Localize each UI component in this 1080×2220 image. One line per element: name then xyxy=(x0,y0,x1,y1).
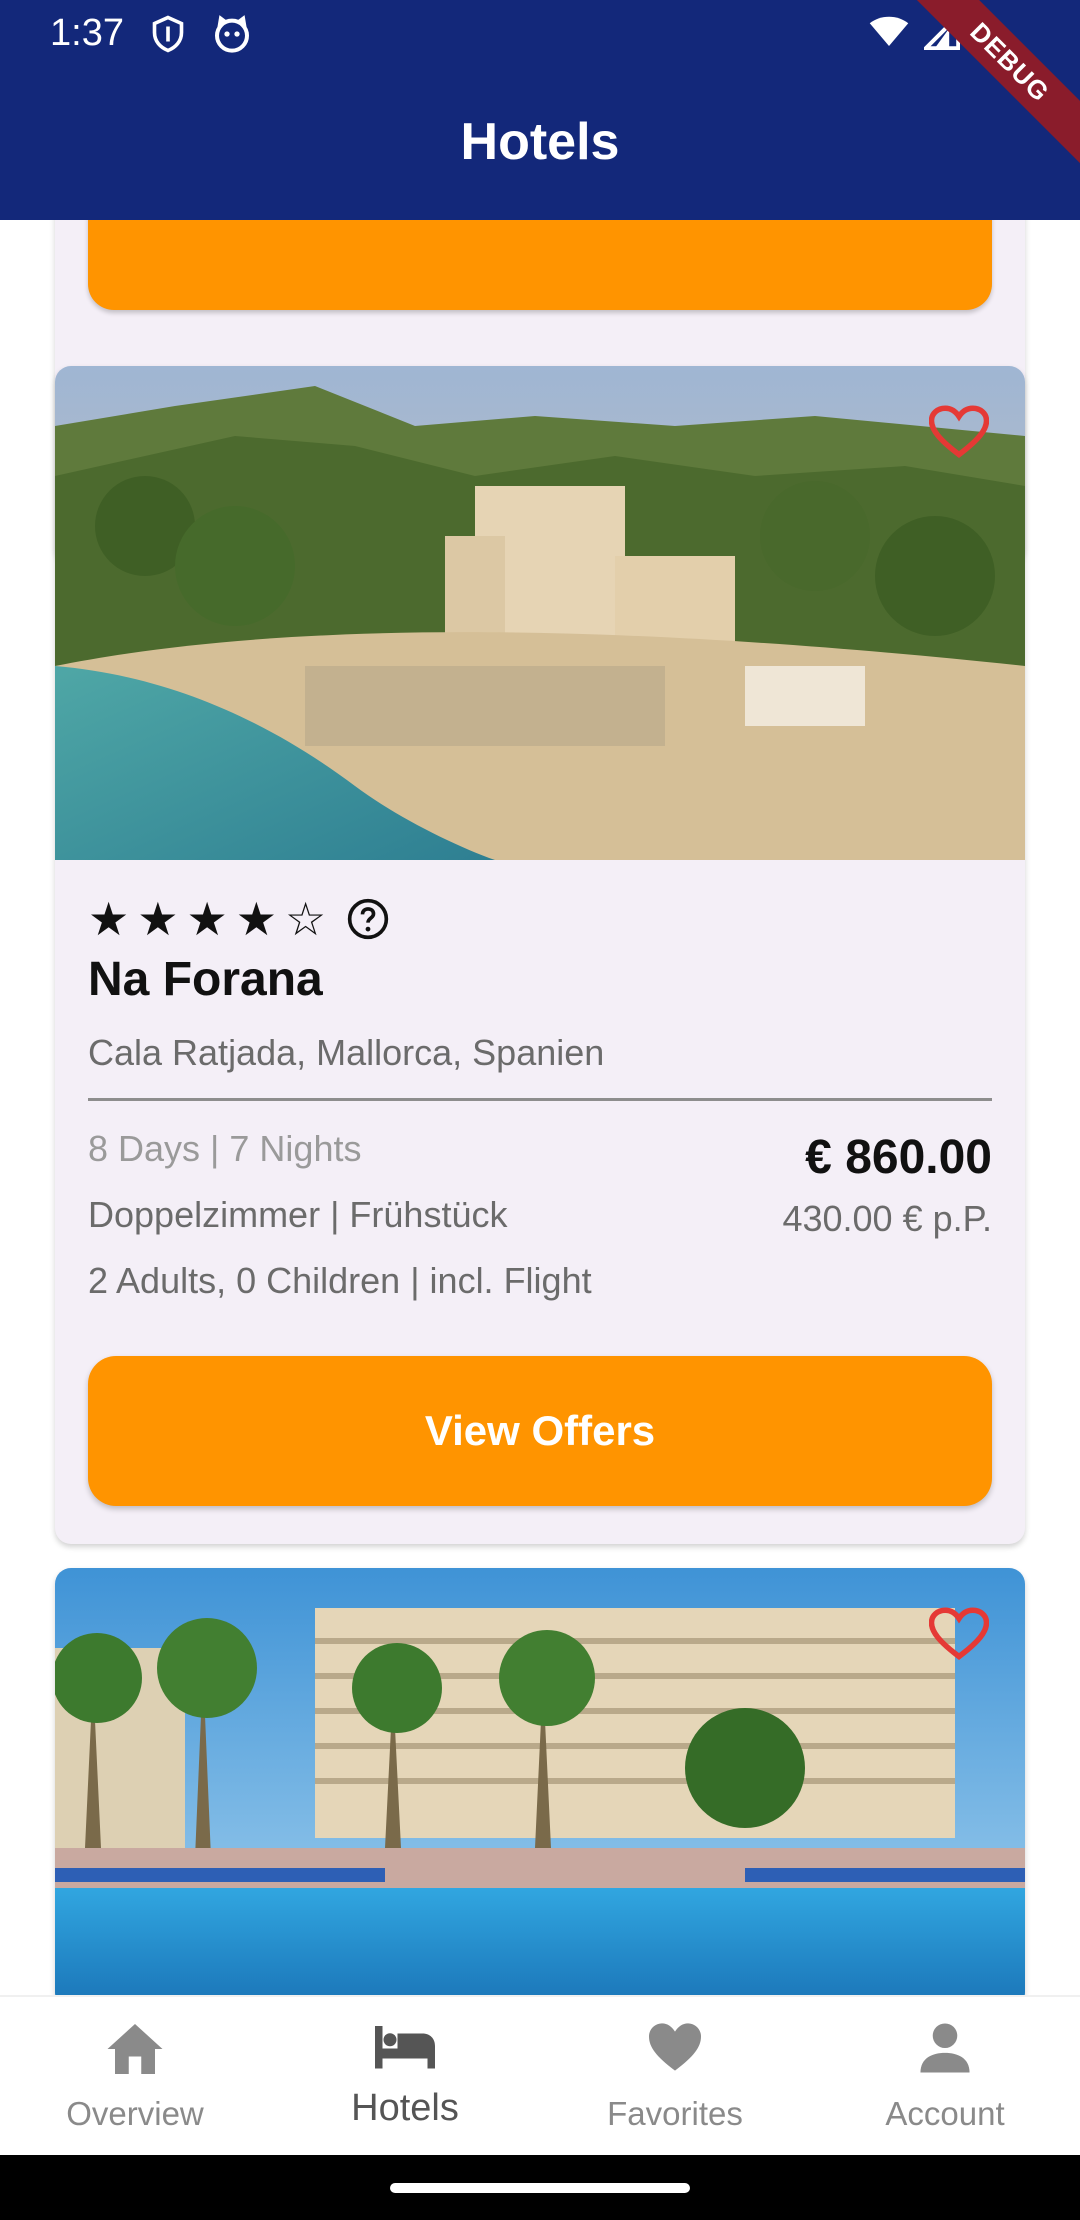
hotel-photo xyxy=(55,366,1025,860)
favorite-heart-icon[interactable] xyxy=(929,404,989,460)
cat-icon xyxy=(215,15,249,53)
heart-icon xyxy=(649,2023,701,2071)
star-rating: ★ ★ ★ ★ ☆ xyxy=(88,896,390,942)
home-icon xyxy=(107,2024,163,2074)
status-left-icons xyxy=(150,14,252,54)
trip-duration: 8 Days | 7 Nights xyxy=(88,1128,362,1169)
nav-label: Favorites xyxy=(607,2095,743,2132)
home-gesture-handle[interactable] xyxy=(390,2183,690,2193)
hotel-location: Cala Ratjada, Mallorca, Spanien xyxy=(88,1032,605,1073)
app-bar: 1:37 Hotels DEBUG xyxy=(0,0,1080,220)
person-icon xyxy=(920,2023,970,2073)
system-gesture-bar xyxy=(0,2155,1080,2220)
hotel-name: Na Forana xyxy=(88,953,323,1006)
bottom-navigation: Overview Hotels Favorites Account xyxy=(0,1995,1080,2155)
hotel-card[interactable]: ★ ★ ★ ★ ☆ Na Forana Cala Ratjada, Mallor… xyxy=(55,366,1025,1544)
nav-label: Overview xyxy=(66,2095,204,2132)
star-filled-icon: ★ xyxy=(235,893,277,945)
nav-item-overview[interactable]: Overview xyxy=(0,1997,270,2155)
price-total: € 860.00 xyxy=(805,1131,992,1184)
shield-icon xyxy=(152,15,184,53)
price-per-person: 430.00 € p.P. xyxy=(782,1198,992,1239)
nav-item-favorites[interactable]: Favorites xyxy=(540,1997,810,2155)
hotel-list[interactable]: ★ ★ ★ ★ ☆ Na Forana Cala Ratjada, Mallor… xyxy=(0,220,1080,1995)
page-title: Hotels xyxy=(460,113,620,171)
view-offers-button[interactable]: View Offers xyxy=(88,1356,992,1506)
previous-view-offers-button[interactable] xyxy=(88,220,992,310)
nav-label: Account xyxy=(885,2095,1005,2132)
star-filled-icon: ★ xyxy=(137,893,179,945)
next-hotel-image[interactable] xyxy=(55,1568,1025,1995)
divider xyxy=(88,1098,992,1101)
travellers-info: 2 Adults, 0 Children | incl. Flight xyxy=(88,1260,592,1301)
star-empty-icon: ☆ xyxy=(285,893,327,945)
favorite-heart-icon[interactable] xyxy=(929,1606,989,1662)
room-board: Doppelzimmer | Frühstück xyxy=(88,1194,508,1235)
star-filled-icon: ★ xyxy=(186,893,228,945)
nav-item-account[interactable]: Account xyxy=(810,1997,1080,2155)
hotel-card-next[interactable] xyxy=(55,1568,1025,1995)
bed-icon xyxy=(375,2026,435,2069)
nav-item-hotels[interactable]: Hotels xyxy=(270,1997,540,2155)
help-circle-icon[interactable] xyxy=(346,897,390,941)
screen: 1:37 Hotels DEBUG ★ ★ ★ ★ ☆ Na Forana Ca… xyxy=(0,0,1080,2220)
nav-label: Hotels xyxy=(351,2087,459,2129)
hotel-image[interactable] xyxy=(55,366,1025,860)
status-time: 1:37 xyxy=(50,12,124,54)
next-hotel-photo xyxy=(55,1568,1025,1995)
wifi-icon xyxy=(869,16,909,46)
star-filled-icon: ★ xyxy=(88,893,130,945)
